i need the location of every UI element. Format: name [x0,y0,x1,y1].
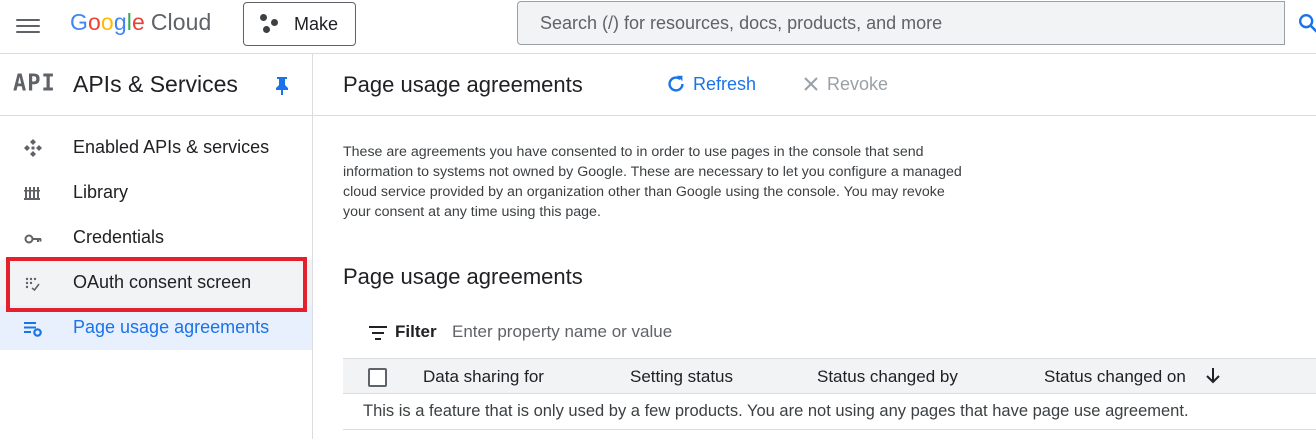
revoke-label: Revoke [827,73,889,94]
sidebar-item-library[interactable]: Library [0,170,312,215]
sidebar-title: APIs & Services [73,71,238,97]
filter-bar[interactable]: Filter Enter property name or value [343,312,1316,354]
refresh-icon [668,75,684,92]
sidebar-item-page-usage-agreements[interactable]: Page usage agreements [0,305,312,350]
agreements-table: Data sharing for Setting status Status c… [343,358,1316,430]
settings-list-icon [24,322,42,337]
column-header-data-sharing[interactable]: Data sharing for [423,367,544,387]
search-input[interactable]: Search (/) for resources, docs, products… [540,13,942,34]
page-description: These are agreements you have consented … [343,144,962,220]
sidebar-item-label: Credentials [73,227,165,247]
key-icon [24,234,42,244]
close-icon [804,77,818,91]
top-bar: Google Cloud Make Search (/) for resource… [0,0,1316,54]
page-title: Page usage agreements [343,72,583,97]
refresh-label: Refresh [693,73,757,94]
filter-input[interactable]: Enter property name or value [452,322,672,342]
revoke-button[interactable]: Revoke [801,72,888,96]
refresh-button[interactable]: Refresh [665,72,756,96]
sort-descending-icon[interactable] [1205,366,1221,386]
sidebar-item-oauth-consent[interactable]: OAuth consent screen [0,260,312,305]
sidebar-item-label: Enabled APIs & services [73,137,270,157]
logo-cloud-text: Cloud [150,9,212,35]
project-dots-icon [260,14,280,34]
main-menu-icon[interactable] [14,12,42,40]
search-icon [1299,14,1316,33]
table-header-row: Data sharing for Setting status Status c… [343,358,1316,394]
sidebar: API APIs & Services Enabled APIs & servi… [0,54,313,439]
consent-icon [25,277,40,292]
project-name: Make [294,13,339,34]
sidebar-item-enabled-apis[interactable]: Enabled APIs & services [0,125,312,170]
project-picker-button[interactable]: Make [243,2,356,46]
sidebar-item-credentials[interactable]: Credentials [0,215,312,260]
search-button[interactable] [1284,1,1316,45]
apis-icon [24,139,42,157]
search-bar[interactable]: Search (/) for resources, docs, products… [517,1,1316,45]
library-icon [24,187,40,200]
table-empty-row: This is a feature that is only used by a… [343,394,1316,430]
column-header-status-changed-by[interactable]: Status changed by [817,367,958,387]
page-header: Page usage agreements Refresh Revoke [313,54,1316,116]
select-all-checkbox[interactable] [368,368,387,387]
main-content: Page usage agreements Refresh Revoke The… [313,54,1316,439]
logo-google-text: Google [70,9,145,35]
filter-icon [369,326,387,340]
sidebar-item-label: Library [73,182,129,202]
sidebar-item-label: Page usage agreements [73,317,270,337]
google-cloud-logo[interactable]: Google Cloud [70,9,211,36]
sidebar-item-label: OAuth consent screen [73,272,252,292]
column-header-status-changed-on[interactable]: Status changed on [1044,367,1186,387]
api-icon: API [13,70,56,97]
section-title: Page usage agreements [343,264,583,289]
sidebar-header: API APIs & Services [0,54,312,116]
filter-label: Filter [395,322,437,341]
pin-icon[interactable] [274,76,290,96]
empty-state-message: This is a feature that is only used by a… [363,402,1189,420]
column-header-setting-status[interactable]: Setting status [630,367,733,387]
